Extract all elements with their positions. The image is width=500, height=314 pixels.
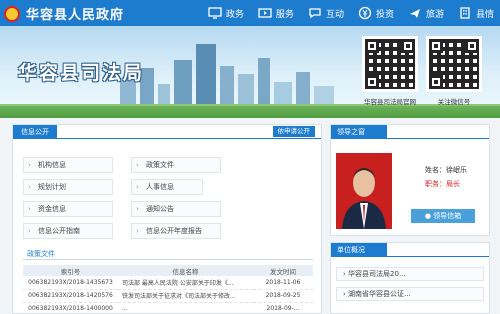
chat-icon xyxy=(308,6,322,20)
doc-title-link[interactable]: 司法部 最高人民法院 公安部关于印发《... xyxy=(118,276,253,290)
doc-title-link[interactable]: 铁发司法部关于征求对《司法部关于修改... xyxy=(118,289,253,303)
table-header-row: 索引号 信息名称 发文时间 xyxy=(23,265,313,276)
table-row[interactable]: 006382193X/2018-1400000 ... 2018-09-... xyxy=(23,302,313,314)
category-label: 信息公开指南 xyxy=(38,227,80,235)
org-item-link[interactable]: › 华容县司法局20... xyxy=(336,267,484,281)
nav-label: 服务 xyxy=(275,9,294,20)
apply-disclosure-button[interactable]: 依申请公开 xyxy=(272,126,315,137)
section-divider xyxy=(23,259,313,260)
money-icon xyxy=(358,6,372,20)
column-header: 索引号 xyxy=(23,265,118,276)
website-qr-code xyxy=(362,36,418,92)
section-divider xyxy=(331,256,489,257)
nav-item-xianqing[interactable]: 县情 xyxy=(458,4,494,22)
org-overview-panel: 单位概况 › 华容县司法局20... › 湖南省华容县公证... xyxy=(330,242,490,314)
chevron-right-icon: › xyxy=(28,205,31,213)
leader-name: 姓名：徐岷乐 xyxy=(425,166,467,174)
nav-label: 政务 xyxy=(225,9,244,20)
nav-label: 互动 xyxy=(325,9,344,20)
leader-mailbox-button[interactable]: ● 领导信箱 xyxy=(411,209,475,223)
category-link[interactable]: › 机构信息 xyxy=(23,157,113,173)
category-link[interactable]: › 资金信息 xyxy=(23,201,113,217)
main-nav: 政务 服务 互动 投资 旅游 县情 xyxy=(194,4,494,22)
column-header: 发文时间 xyxy=(253,265,313,276)
org-overview-heading: 单位概况 xyxy=(331,243,387,257)
header-banner: 华容县司法局 华容县司法局官网 关注微信号 xyxy=(0,26,500,118)
section-divider xyxy=(13,138,321,139)
dot-icon: ● xyxy=(424,212,434,220)
site-brand[interactable]: 华容县人民政府 xyxy=(4,4,124,23)
table-row[interactable]: 006382193X/2018-1435673 司法部 最高人民法院 公安部关于… xyxy=(23,276,313,290)
index-cell: 006382193X/2018-1435673 xyxy=(23,276,118,290)
column-header: 信息名称 xyxy=(118,265,253,276)
table-row[interactable]: 006382193X/2018-1420576 铁发司法部关于征求对《司法部关于… xyxy=(23,289,313,303)
doc-title-link[interactable]: ... xyxy=(118,302,253,314)
index-cell: 006382193X/2018-1400000 xyxy=(23,302,118,314)
chevron-right-icon: › xyxy=(28,227,31,235)
date-cell: 2018-09-25 xyxy=(253,289,313,303)
site-title: 华容县人民政府 xyxy=(26,8,125,23)
chevron-right-icon: › xyxy=(28,161,31,169)
wechat-qr-code xyxy=(426,36,482,92)
building-icon xyxy=(458,6,472,20)
leader-window-panel: 领导之窗 姓名：徐岷乐 职务：局长 ● 领导信箱 xyxy=(330,124,490,236)
org-item-label: 湖南省华容县公证... xyxy=(348,290,411,298)
department-title: 华容县司法局 xyxy=(18,62,145,84)
nav-label: 投资 xyxy=(375,9,394,20)
mailbox-label: 领导信箱 xyxy=(433,212,462,220)
date-cell: 2018-11-06 xyxy=(253,276,313,290)
monitor-icon xyxy=(208,6,222,20)
policy-docs-tab[interactable]: 政策文件 xyxy=(27,249,55,259)
category-label: 资金信息 xyxy=(38,205,66,213)
chevron-right-icon: › xyxy=(136,161,139,169)
info-disclosure-panel: 信息公开 依申请公开 › 机构信息 › 政策文件 › 规划计划 › 人事信息 ›… xyxy=(12,124,322,314)
category-label: 人事信息 xyxy=(146,183,174,191)
policy-docs-table: 索引号 信息名称 发文时间 006382193X/2018-1435673 司法… xyxy=(23,265,313,314)
category-link[interactable]: › 规划计划 xyxy=(23,179,113,195)
date-cell: 2018-09-... xyxy=(253,302,313,314)
chevron-right-icon: › xyxy=(136,183,139,191)
leader-position: 职务：局长 xyxy=(425,180,460,188)
nav-label: 县情 xyxy=(475,9,494,20)
info-disclosure-heading[interactable]: 信息公开 xyxy=(13,125,57,139)
category-label: 信息公开年度报告 xyxy=(146,227,202,235)
nav-label: 旅游 xyxy=(425,9,444,20)
nav-item-fuwu[interactable]: 服务 xyxy=(258,4,294,22)
category-link[interactable]: › 人事信息 xyxy=(131,179,203,195)
section-divider xyxy=(331,138,489,139)
right-column: 领导之窗 姓名：徐岷乐 职务：局长 ● 领导信箱 单位概况 › 华容县司法局20… xyxy=(330,124,490,314)
chevron-right-icon: › xyxy=(28,183,31,191)
chevron-right-icon: › xyxy=(136,227,139,235)
category-link[interactable]: › 通知公告 xyxy=(131,201,221,217)
leader-photo xyxy=(336,153,392,229)
org-item-link[interactable]: › 湖南省华容县公证... xyxy=(336,287,484,301)
plane-icon xyxy=(408,6,422,20)
top-nav-bar: 华容县人民政府 政务 服务 互动 投资 旅游 县情 xyxy=(0,0,500,26)
category-link[interactable]: › 政策文件 xyxy=(131,157,221,173)
index-cell: 006382193X/2018-1420576 xyxy=(23,289,118,303)
org-item-label: 华容县司法局20... xyxy=(348,270,406,278)
leader-window-heading: 领导之窗 xyxy=(331,125,387,139)
category-label: 政策文件 xyxy=(146,161,174,169)
category-link[interactable]: › 信息公开年度报告 xyxy=(131,223,221,239)
nav-item-zhengwu[interactable]: 政务 xyxy=(208,4,244,22)
video-icon xyxy=(258,6,272,20)
nav-item-hudong[interactable]: 互动 xyxy=(308,4,344,22)
national-emblem-icon xyxy=(4,5,20,22)
category-label: 机构信息 xyxy=(38,161,66,169)
nav-item-lvyou[interactable]: 旅游 xyxy=(408,4,444,22)
greenery-strip xyxy=(0,104,500,118)
nav-item-touzi[interactable]: 投资 xyxy=(358,4,394,22)
category-label: 规划计划 xyxy=(38,183,66,191)
chevron-right-icon: › xyxy=(136,205,139,213)
category-link[interactable]: › 信息公开指南 xyxy=(23,223,113,239)
website-qr-label: 华容县司法局官网 xyxy=(364,98,416,106)
wechat-qr-label: 关注微信号 xyxy=(437,98,471,106)
category-label: 通知公告 xyxy=(146,205,174,213)
